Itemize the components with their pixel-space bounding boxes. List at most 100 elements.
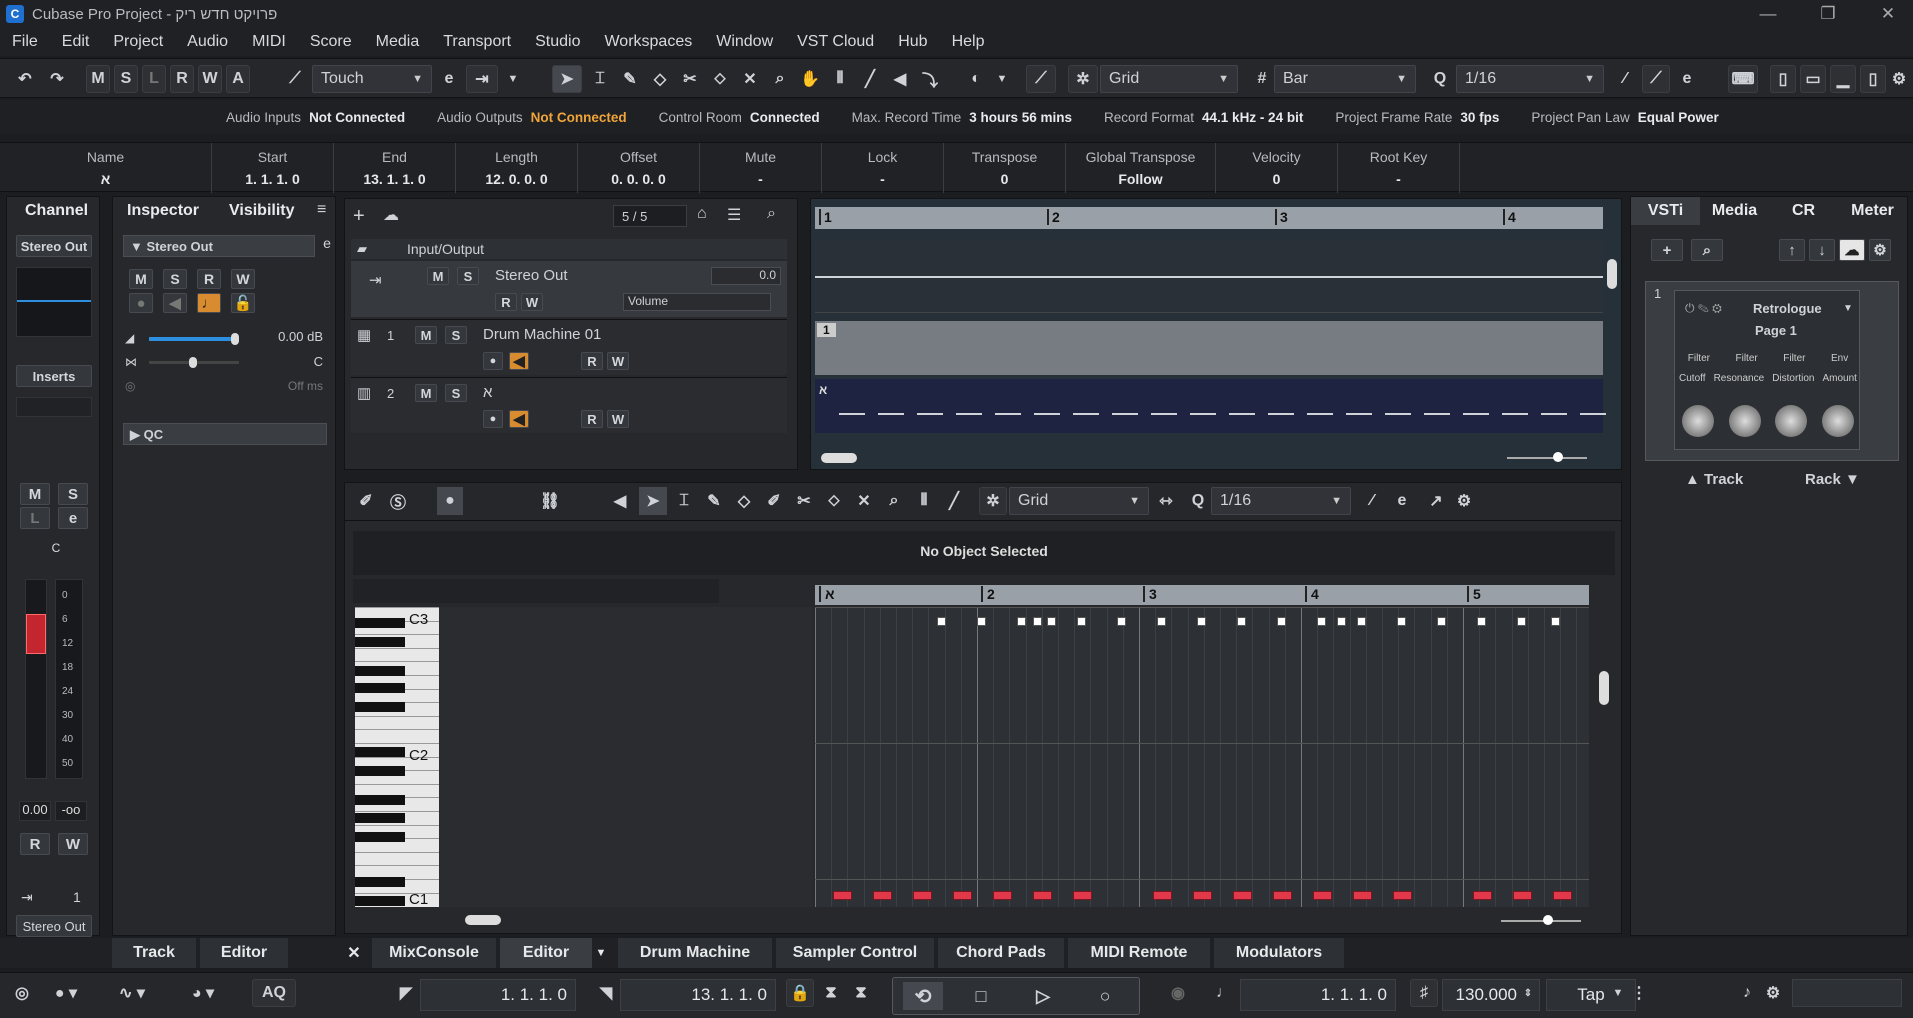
range-tool-icon[interactable]: ⌶ [586,65,614,93]
add-track-icon[interactable]: + [353,205,365,228]
track0-read-button[interactable]: R [495,293,517,311]
editor-solo-icon[interactable]: Ⓢ [385,487,411,515]
record-format-value[interactable]: 44.1 kHz - 24 bit [1202,110,1317,125]
channel-fader-track[interactable] [25,579,47,779]
add-folder-icon[interactable]: ☁ [383,205,399,225]
record-button[interactable]: ○ [1085,982,1125,1010]
editor-range-tool-icon[interactable]: ⌶ [671,487,697,515]
info-value[interactable]: - [1338,171,1459,187]
amount-knob[interactable] [1821,405,1854,437]
black-key[interactable] [355,747,405,758]
info-value[interactable]: 0. 0. 0. 0 [578,171,699,187]
grid-snap-icon[interactable]: ✲ [1068,65,1098,93]
info-value[interactable]: 0 [1216,171,1337,187]
editor-quantize-select[interactable]: 1/16 [1211,487,1351,515]
black-key[interactable] [355,812,405,823]
menu-studio[interactable]: Studio [523,33,592,51]
drum-note[interactable] [1273,891,1292,900]
vsti-settings-icon[interactable]: ⚙ [1869,239,1891,261]
black-key[interactable] [355,795,405,806]
inserts-button[interactable]: Inserts [16,365,92,387]
info-value[interactable]: א [0,171,211,187]
inspector-menu-icon[interactable]: ≡ [317,201,326,219]
play-button[interactable]: ▷ [1023,982,1063,1010]
grid-type-select[interactable]: Bar [1274,65,1416,93]
channel-pan-value[interactable]: C [45,541,67,561]
midi-note[interactable] [1397,617,1406,626]
track-visibility-icon[interactable]: ⌂ [697,205,707,223]
frame-rate-value[interactable]: 30 fps [1460,110,1513,125]
solo-all-button[interactable]: S [114,65,138,93]
punch-out-icon[interactable]: ⧗ [848,979,874,1007]
editor-snap-select[interactable]: Grid [1009,487,1149,515]
midi-note[interactable] [937,617,946,626]
drum-note[interactable] [1153,891,1172,900]
right-tab-meter[interactable]: Meter [1838,197,1907,225]
cutoff-knob[interactable] [1682,405,1715,437]
track-toggle[interactable]: ▲ Track [1685,471,1743,488]
color-tool-icon[interactable]: ⤵ [916,65,944,93]
audio-performance-icon[interactable]: ∿ ▾ [110,979,154,1007]
vsti-cloud-icon[interactable]: ☁ [1839,239,1865,261]
editor-pin-icon[interactable]: ✐ [353,487,379,515]
channel-bottom-output[interactable]: Stereo Out [16,915,92,937]
info-cell-transpose[interactable]: Transpose 0 [944,143,1066,193]
track-tab[interactable]: Track [112,938,196,968]
modulators-tab[interactable]: Modulators [1214,938,1344,968]
inspector-lock-icon[interactable]: 🔓 [231,293,255,313]
editor-nudge-icon[interactable]: ⇿ [1153,487,1179,515]
editor-grid-snap-icon[interactable]: ✲ [979,487,1007,515]
midi-note[interactable] [1197,617,1206,626]
channel-solo-button[interactable]: S [58,483,88,505]
drum-note[interactable] [1393,891,1412,900]
black-key[interactable] [355,617,405,628]
info-cell-name[interactable]: Name א [0,143,212,193]
minimize-button[interactable]: — [1743,0,1793,28]
snap-type-select[interactable]: Grid [1100,65,1238,93]
track1-mute-button[interactable]: M [415,326,437,344]
drum-note[interactable] [1513,891,1532,900]
line-tool-icon[interactable]: ╱ [856,65,884,93]
black-key[interactable] [355,702,405,713]
black-key[interactable] [355,876,405,887]
midi-note[interactable] [1357,617,1366,626]
vsti-up-icon[interactable]: ↑ [1779,239,1805,261]
midi-note[interactable] [1337,617,1346,626]
erase-tool-icon[interactable]: ◇ [646,65,674,93]
midi-part[interactable]: א [815,379,1606,433]
info-value[interactable]: 13. 1. 1. 0 [334,171,455,187]
midi-note[interactable] [1477,617,1486,626]
editor-tab-dropdown-icon[interactable]: ▼ [592,938,610,968]
arrange-h-scrollbar[interactable] [821,453,857,463]
info-cell-lock[interactable]: Lock - [822,143,944,193]
editor-zoom-tool-icon[interactable]: ⌕ [881,487,907,515]
editor-select-tool-icon[interactable]: ➤ [639,487,667,515]
object-select-tool-icon[interactable]: ➤ [552,65,582,93]
track2-read-button[interactable]: R [581,410,603,428]
midi-note[interactable] [1277,617,1286,626]
editor-settings-icon[interactable]: ⚙ [1451,487,1477,515]
midi-note[interactable] [1551,617,1560,626]
punch-icon[interactable]: ◉ [1164,979,1192,1007]
channel-listen-button[interactable]: L [20,507,50,529]
left-locator-field[interactable]: 1. 1. 1. 0 [420,979,576,1011]
transport-settings-icon[interactable]: ⚙ [1760,979,1786,1007]
drum-note[interactable] [873,891,892,900]
mixconsole-tab[interactable]: MixConsole [372,938,496,968]
track2-solo-button[interactable]: S [445,384,467,402]
editor-tab-left[interactable]: Editor [200,938,288,968]
note-grid[interactable] [815,607,1589,907]
menu-media[interactable]: Media [364,33,432,51]
automation-mode-select[interactable]: Touch [312,65,432,93]
control-room-value[interactable]: Connected [750,110,834,125]
track0-solo-button[interactable]: S [457,267,479,285]
editor-trim-tool-icon[interactable]: ✐ [761,487,787,515]
midi-note[interactable] [1517,617,1526,626]
track2-mute-button[interactable]: M [415,384,437,402]
mute-all-button[interactable]: M [86,65,110,93]
midi-note[interactable] [977,617,986,626]
close-lower-zone-icon[interactable]: ✕ [340,938,368,968]
snap-dropdown-icon[interactable]: ▼ [992,65,1012,93]
midi-note[interactable] [1077,617,1086,626]
drum-note[interactable] [913,891,932,900]
